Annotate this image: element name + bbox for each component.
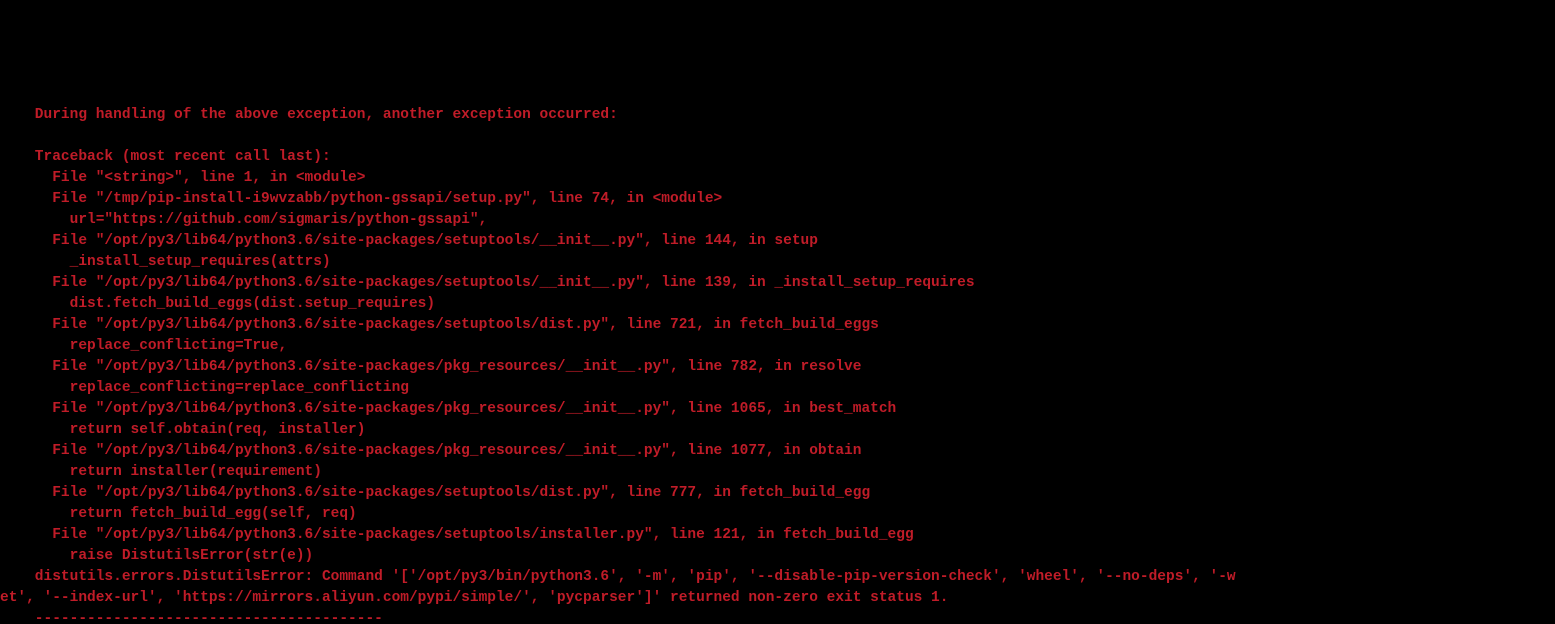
terminal-line: _install_setup_requires(attrs) <box>0 252 1555 273</box>
terminal-line: File "/opt/py3/lib64/python3.6/site-pack… <box>0 399 1555 420</box>
terminal-line: File "/opt/py3/lib64/python3.6/site-pack… <box>0 315 1555 336</box>
terminal-output[interactable]: During handling of the above exception, … <box>0 105 1555 624</box>
terminal-line: File "/opt/py3/lib64/python3.6/site-pack… <box>0 357 1555 378</box>
terminal-line: distutils.errors.DistutilsError: Command… <box>0 567 1555 588</box>
terminal-line: return fetch_build_egg(self, req) <box>0 504 1555 525</box>
terminal-line: File "/opt/py3/lib64/python3.6/site-pack… <box>0 231 1555 252</box>
terminal-line: dist.fetch_build_eggs(dist.setup_require… <box>0 294 1555 315</box>
terminal-line: et', '--index-url', 'https://mirrors.ali… <box>0 588 1555 609</box>
terminal-line: File "/opt/py3/lib64/python3.6/site-pack… <box>0 273 1555 294</box>
terminal-line: url="https://github.com/sigmaris/python-… <box>0 210 1555 231</box>
terminal-line: replace_conflicting=replace_conflicting <box>0 378 1555 399</box>
terminal-line: File "/opt/py3/lib64/python3.6/site-pack… <box>0 525 1555 546</box>
terminal-line: File "/opt/py3/lib64/python3.6/site-pack… <box>0 441 1555 462</box>
terminal-line: raise DistutilsError(str(e)) <box>0 546 1555 567</box>
terminal-line: File "/tmp/pip-install-i9wvzabb/python-g… <box>0 189 1555 210</box>
terminal-line: ---------------------------------------- <box>0 609 1555 624</box>
terminal-line: return installer(requirement) <box>0 462 1555 483</box>
terminal-line: During handling of the above exception, … <box>0 105 1555 126</box>
terminal-line: File "<string>", line 1, in <module> <box>0 168 1555 189</box>
terminal-line <box>0 126 1555 147</box>
terminal-line: File "/opt/py3/lib64/python3.6/site-pack… <box>0 483 1555 504</box>
terminal-line: Traceback (most recent call last): <box>0 147 1555 168</box>
terminal-line: return self.obtain(req, installer) <box>0 420 1555 441</box>
terminal-line: replace_conflicting=True, <box>0 336 1555 357</box>
